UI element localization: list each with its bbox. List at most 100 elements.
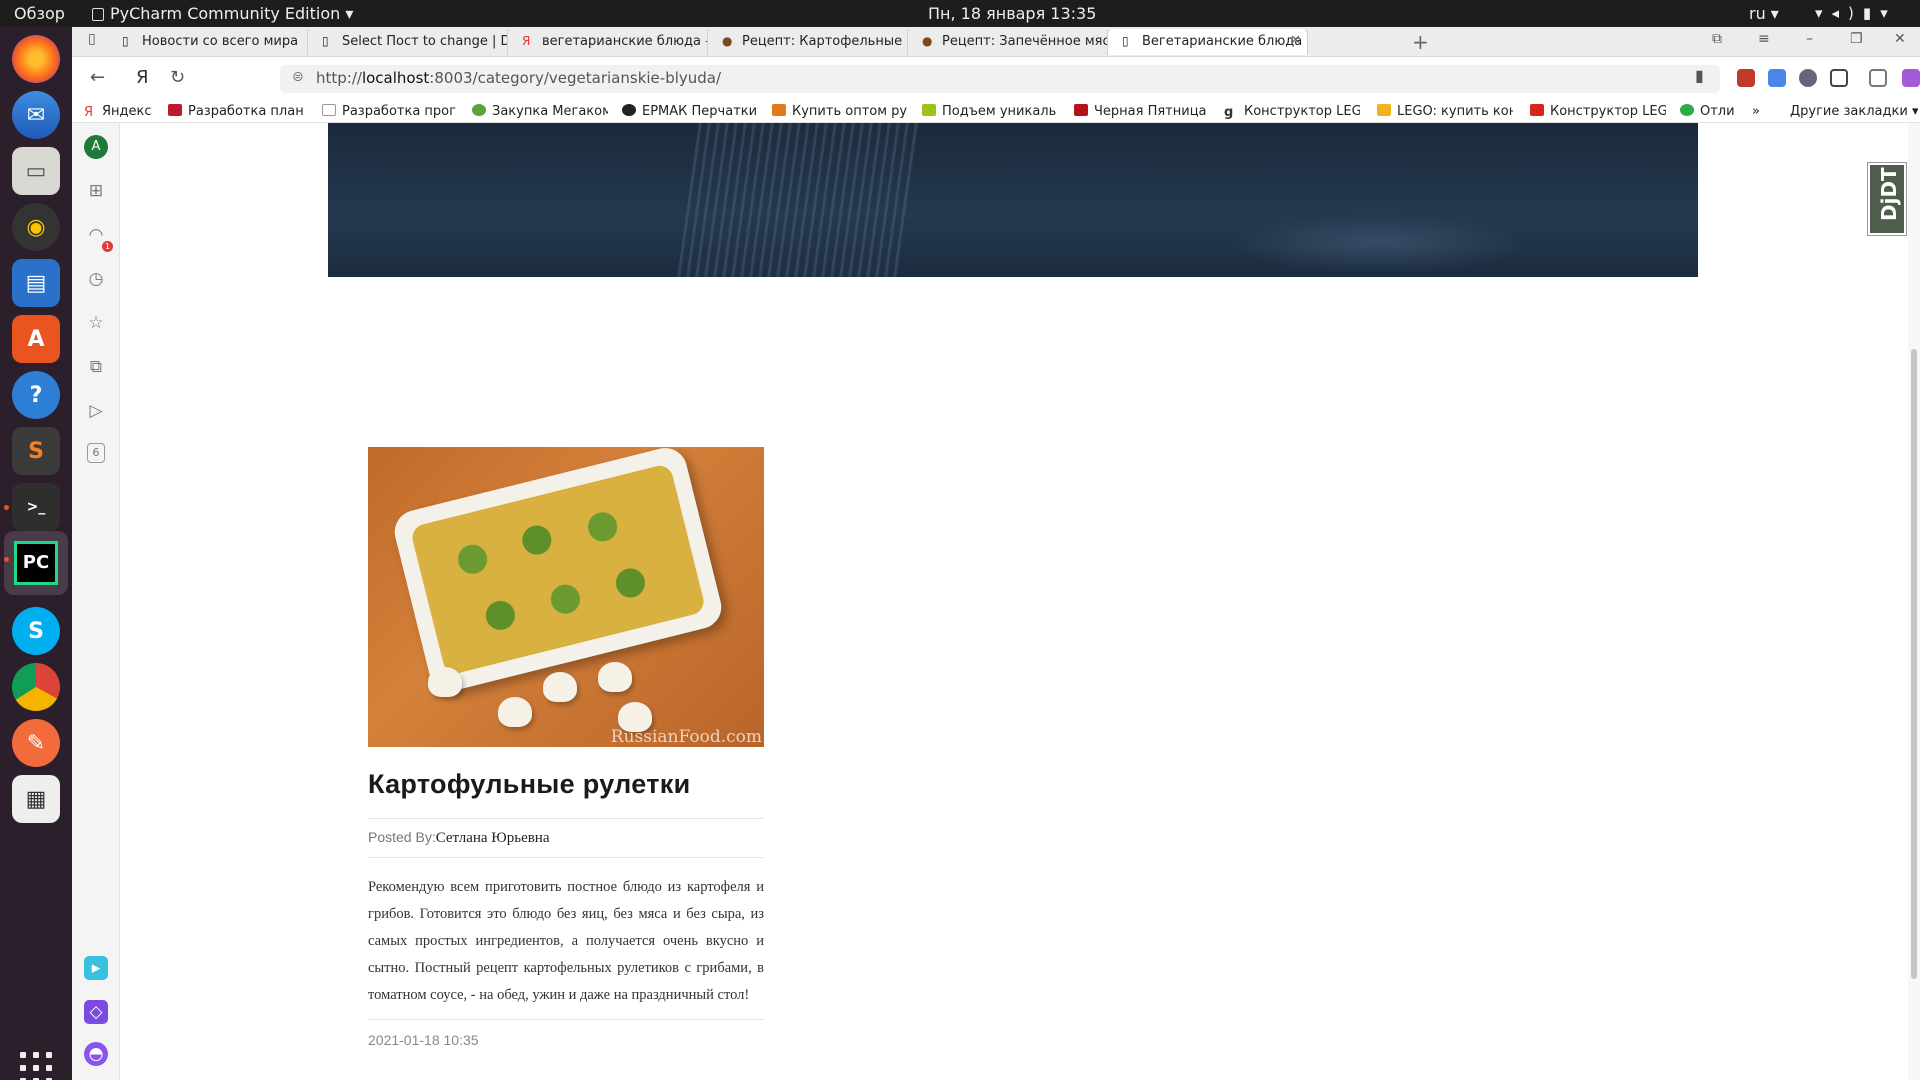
running-indicator [4, 557, 9, 562]
page-scrollbar[interactable] [1908, 123, 1920, 1080]
pycharm-dock-item[interactable]: PC [4, 531, 68, 595]
mushroom [543, 672, 577, 702]
extension-ladybug-icon[interactable] [1737, 69, 1755, 87]
baking-dish [390, 447, 726, 696]
video-play-icon[interactable]: ▷ [84, 399, 108, 423]
extension-translate-icon[interactable] [1768, 69, 1786, 87]
sidebar-toggle-icon[interactable]: ▯ [88, 31, 96, 47]
tab[interactable]: ● Рецепт: Запечённое мясо [908, 29, 1108, 55]
bookmark-label: LEGO: купить кон [1397, 104, 1513, 119]
writer-icon[interactable]: ▤ [12, 259, 60, 307]
reload-icon[interactable]: ↻ [170, 67, 185, 88]
sublime-text-icon[interactable]: S [12, 427, 60, 475]
browser-sidebar: A ⊞ ◠ 1 ◷ ☆ ⧉ ▷ 6 ▸ ◇ ◓ [72, 123, 120, 1080]
bookmark-favicon [472, 104, 486, 116]
bookmark-item[interactable]: Купить оптом ру [772, 104, 908, 119]
firefox-icon[interactable] [12, 35, 60, 83]
clock[interactable]: Пн, 18 января 13:35 [928, 4, 1096, 23]
close-tab-icon[interactable]: ✕ [1290, 33, 1301, 48]
post-author: Сетлана Юрьевна [435, 830, 550, 846]
rhythmbox-icon[interactable]: ◉ [12, 203, 60, 251]
new-tab-icon[interactable]: + [1412, 30, 1429, 54]
extension-qr-icon[interactable] [1830, 69, 1848, 87]
bookmark-favicon [1377, 104, 1391, 116]
app-menu[interactable]: PyCharm Community Edition ▾ [92, 4, 353, 23]
alice-chat-icon[interactable]: ◇ [84, 1000, 108, 1024]
postman-icon[interactable]: ✎ [12, 719, 60, 767]
bookmark-icon[interactable]: ▮ [1695, 66, 1704, 85]
page-icon: ▯ [322, 34, 329, 48]
restore-icon[interactable]: ❐ [1850, 31, 1863, 47]
keyboard-layout-indicator[interactable]: ru ▾ [1749, 4, 1779, 23]
bookmark-item[interactable]: Разработка прог [322, 104, 458, 119]
collections-icon[interactable]: ⧉ [84, 355, 108, 379]
bookmark-item[interactable]: g Конструктор LEG [1224, 104, 1360, 119]
page-icon: ▯ [122, 34, 129, 48]
site-info-icon[interactable]: ⊜ [292, 69, 304, 85]
bookmark-label: Разработка план [188, 104, 304, 119]
yandex-icon: Я [522, 34, 531, 48]
software-center-icon[interactable]: A [12, 315, 60, 363]
yandex-home-icon[interactable]: Я [136, 67, 149, 88]
messenger-icon[interactable]: ▸ [84, 956, 108, 980]
tab[interactable]: ▯ Новости со всего мира [108, 29, 308, 55]
extension-sync-icon[interactable] [1799, 69, 1817, 87]
alice-assistant-icon[interactable]: ◓ [84, 1042, 108, 1066]
chrome-icon[interactable] [12, 663, 60, 711]
favorites-star-icon[interactable]: ☆ [84, 311, 108, 335]
bookmarks-more-icon[interactable]: » [1752, 104, 1760, 119]
files-icon[interactable]: ▭ [12, 147, 60, 195]
apps-grid-icon[interactable]: ⊞ [84, 179, 108, 203]
history-clock-icon[interactable]: ◷ [84, 267, 108, 291]
tab-counter[interactable]: 6 [87, 443, 105, 463]
tab[interactable]: ● Рецепт: Картофельные ру [708, 29, 908, 55]
bookmark-item[interactable]: Черная Пятница [1074, 104, 1210, 119]
document-viewer-icon[interactable]: ▦ [12, 775, 60, 823]
bookmark-item[interactable]: Я Яндекс [84, 104, 152, 119]
bookmark-item[interactable]: ЕРМАК Перчатки [622, 104, 758, 119]
back-icon[interactable]: ← [90, 67, 105, 88]
system-status-menu[interactable]: ▾◂)▮▾ [1815, 4, 1897, 22]
tab[interactable]: ▯ Select Пост to change | Dja [308, 29, 508, 55]
ubuntu-dock: ✉ ▭ ◉ ▤ A ? S >_ PC S ✎ ▦ [0, 27, 72, 1080]
bookmark-item[interactable]: Конструктор LEG [1530, 104, 1666, 119]
show-applications-icon[interactable] [20, 1052, 52, 1080]
collections-icon[interactable] [1869, 69, 1887, 87]
bookmark-item[interactable]: Закупка Мегаком [472, 104, 608, 119]
bookmark-favicon [1530, 104, 1544, 116]
account-avatar[interactable]: A [84, 135, 108, 159]
tab[interactable]: Явегетарианские блюда — [508, 29, 708, 55]
tab-active[interactable]: ▯ Вегетарианские блюда ✕ [1108, 29, 1308, 55]
post-image[interactable]: RussianFood.com [368, 447, 764, 747]
other-bookmarks-button[interactable]: Другие закладки ▾ [1790, 104, 1918, 119]
help-icon[interactable]: ? [12, 371, 60, 419]
thunderbird-icon[interactable]: ✉ [12, 91, 60, 139]
terminal-icon[interactable]: >_ [12, 483, 60, 531]
browser-menu-icon[interactable]: ≡ [1758, 31, 1770, 47]
tab-title: Рецепт: Картофельные ру [742, 34, 908, 49]
skype-icon[interactable]: S [12, 607, 60, 655]
activities-button[interactable]: Обзор [14, 4, 65, 23]
bookmark-favicon [772, 104, 786, 116]
address-bar[interactable]: ⊜ http://localhost:8003/category/vegetar… [280, 65, 1720, 93]
page-content: DjDT RussianFood.com Картофульные рулетк… [120, 123, 1920, 1080]
close-window-icon[interactable]: ✕ [1894, 31, 1906, 47]
bookmark-item[interactable]: Разработка план [168, 104, 304, 119]
browser-tab-bar: ▯ ▯ Новости со всего мира ▯ Select Пост to… [72, 27, 1920, 57]
tabs-menu-icon[interactable]: ⧉ [1712, 31, 1722, 47]
browser-nav-bar: ← Я ↻ ⊜ http://localhost:8003/category/v… [72, 57, 1920, 101]
bookmark-item[interactable]: Отли [1680, 104, 1742, 119]
mushroom [428, 667, 462, 697]
bookmark-label: Яндекс [102, 104, 152, 119]
post-title[interactable]: Картофульные рулетки [368, 769, 764, 800]
potato-rolls [409, 462, 707, 677]
image-watermark: RussianFood.com [610, 727, 762, 747]
bookmark-item[interactable]: Подъем уникаль [922, 104, 1058, 119]
scrollbar-thumb[interactable] [1911, 349, 1917, 979]
django-debug-toolbar-handle[interactable]: DjDT [1867, 162, 1907, 236]
bookmark-item[interactable]: LEGO: купить кон [1377, 104, 1513, 119]
profile-icon[interactable] [1902, 69, 1920, 87]
pier-image-detail [677, 123, 919, 277]
minimize-icon[interactable]: – [1806, 31, 1813, 47]
tab-title: вегетарианские блюда — [542, 34, 708, 49]
